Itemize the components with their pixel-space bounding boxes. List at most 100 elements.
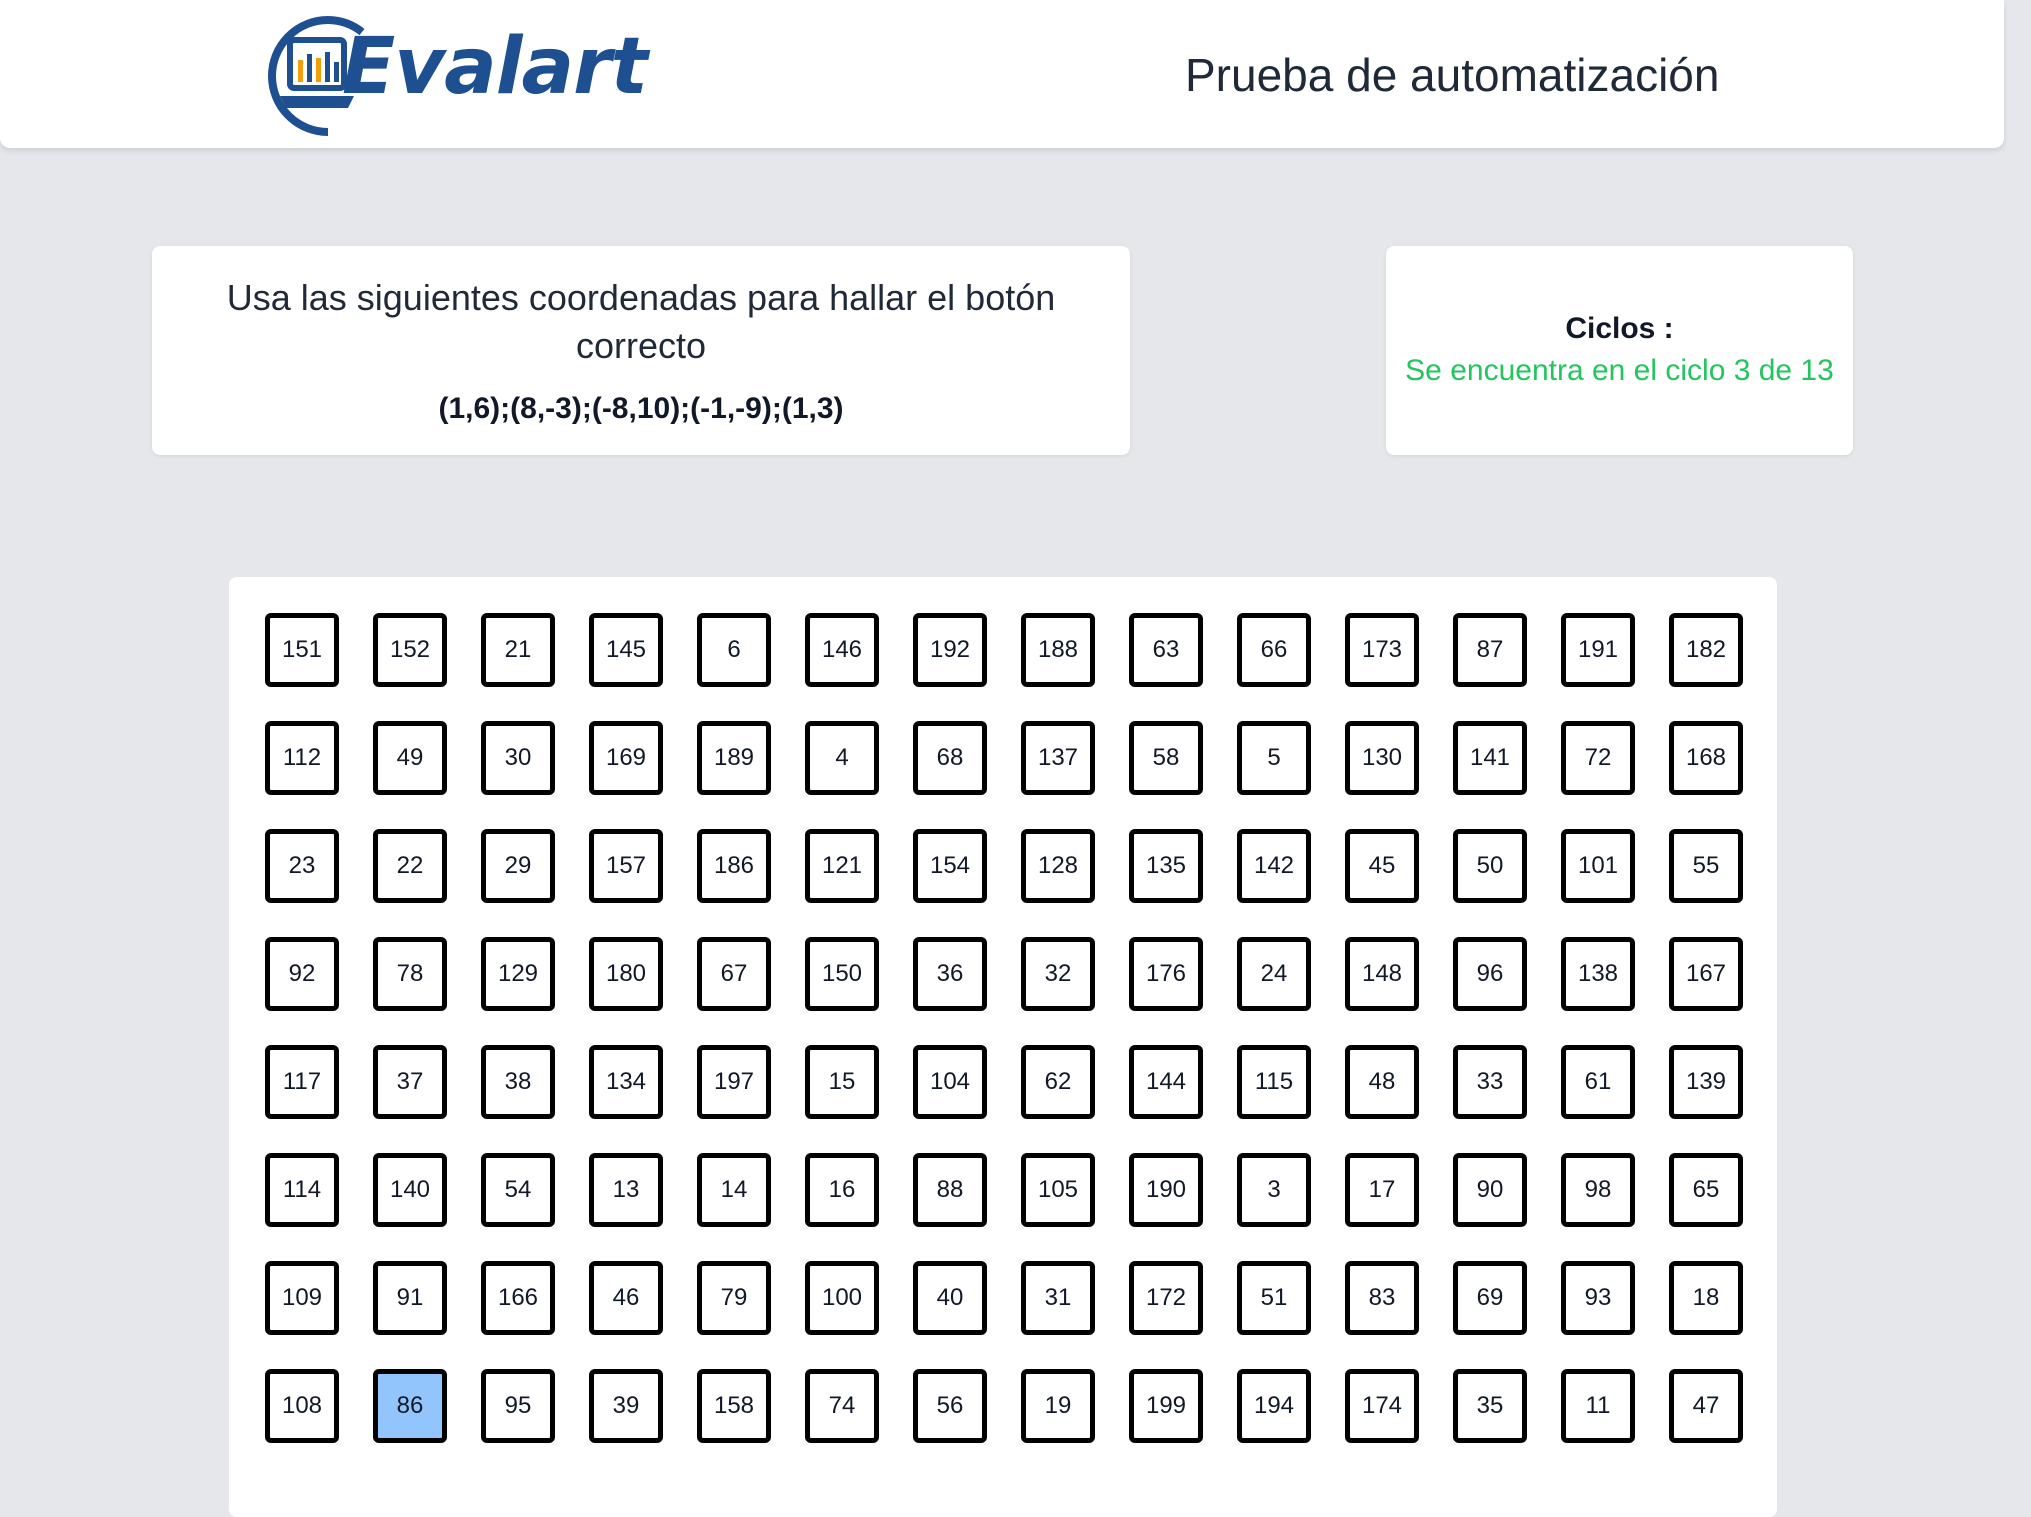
grid-button[interactable]: 22 xyxy=(373,829,447,903)
grid-button[interactable]: 197 xyxy=(697,1045,771,1119)
grid-button[interactable]: 32 xyxy=(1021,937,1095,1011)
grid-button[interactable]: 104 xyxy=(913,1045,987,1119)
grid-button[interactable]: 6 xyxy=(697,613,771,687)
grid-button[interactable]: 93 xyxy=(1561,1261,1635,1335)
grid-button[interactable]: 36 xyxy=(913,937,987,1011)
grid-button[interactable]: 17 xyxy=(1345,1153,1419,1227)
grid-button[interactable]: 16 xyxy=(805,1153,879,1227)
grid-button[interactable]: 83 xyxy=(1345,1261,1419,1335)
grid-button[interactable]: 78 xyxy=(373,937,447,1011)
grid-button[interactable]: 141 xyxy=(1453,721,1527,795)
grid-button[interactable]: 100 xyxy=(805,1261,879,1335)
grid-button[interactable]: 169 xyxy=(589,721,663,795)
grid-button[interactable]: 188 xyxy=(1021,613,1095,687)
grid-button[interactable]: 142 xyxy=(1237,829,1311,903)
grid-button[interactable]: 109 xyxy=(265,1261,339,1335)
grid-button[interactable]: 33 xyxy=(1453,1045,1527,1119)
grid-button[interactable]: 51 xyxy=(1237,1261,1311,1335)
grid-button[interactable]: 137 xyxy=(1021,721,1095,795)
grid-button[interactable]: 115 xyxy=(1237,1045,1311,1119)
grid-button[interactable]: 135 xyxy=(1129,829,1203,903)
grid-button[interactable]: 69 xyxy=(1453,1261,1527,1335)
grid-button[interactable]: 72 xyxy=(1561,721,1635,795)
grid-button[interactable]: 152 xyxy=(373,613,447,687)
grid-button[interactable]: 58 xyxy=(1129,721,1203,795)
grid-button[interactable]: 46 xyxy=(589,1261,663,1335)
grid-button[interactable]: 56 xyxy=(913,1369,987,1443)
grid-button[interactable]: 191 xyxy=(1561,613,1635,687)
grid-button[interactable]: 79 xyxy=(697,1261,771,1335)
grid-button[interactable]: 14 xyxy=(697,1153,771,1227)
grid-button[interactable]: 95 xyxy=(481,1369,555,1443)
grid-button[interactable]: 35 xyxy=(1453,1369,1527,1443)
grid-button[interactable]: 121 xyxy=(805,829,879,903)
grid-button[interactable]: 63 xyxy=(1129,613,1203,687)
grid-button[interactable]: 134 xyxy=(589,1045,663,1119)
grid-button[interactable]: 37 xyxy=(373,1045,447,1119)
grid-button[interactable]: 15 xyxy=(805,1045,879,1119)
grid-button[interactable]: 23 xyxy=(265,829,339,903)
grid-button[interactable]: 105 xyxy=(1021,1153,1095,1227)
grid-button[interactable]: 173 xyxy=(1345,613,1419,687)
grid-button[interactable]: 128 xyxy=(1021,829,1095,903)
grid-button[interactable]: 154 xyxy=(913,829,987,903)
grid-button[interactable]: 39 xyxy=(589,1369,663,1443)
grid-button[interactable]: 62 xyxy=(1021,1045,1095,1119)
grid-button[interactable]: 157 xyxy=(589,829,663,903)
grid-button[interactable]: 199 xyxy=(1129,1369,1203,1443)
grid-button[interactable]: 138 xyxy=(1561,937,1635,1011)
grid-button[interactable]: 90 xyxy=(1453,1153,1527,1227)
grid-button[interactable]: 180 xyxy=(589,937,663,1011)
grid-button[interactable]: 140 xyxy=(373,1153,447,1227)
grid-button[interactable]: 186 xyxy=(697,829,771,903)
grid-button[interactable]: 176 xyxy=(1129,937,1203,1011)
grid-button[interactable]: 189 xyxy=(697,721,771,795)
grid-button[interactable]: 86 xyxy=(373,1369,447,1443)
grid-button[interactable]: 166 xyxy=(481,1261,555,1335)
grid-button[interactable]: 48 xyxy=(1345,1045,1419,1119)
grid-button[interactable]: 108 xyxy=(265,1369,339,1443)
grid-button[interactable]: 5 xyxy=(1237,721,1311,795)
grid-button[interactable]: 190 xyxy=(1129,1153,1203,1227)
grid-button[interactable]: 117 xyxy=(265,1045,339,1119)
grid-button[interactable]: 19 xyxy=(1021,1369,1095,1443)
grid-button[interactable]: 150 xyxy=(805,937,879,1011)
grid-button[interactable]: 194 xyxy=(1237,1369,1311,1443)
grid-button[interactable]: 148 xyxy=(1345,937,1419,1011)
grid-button[interactable]: 61 xyxy=(1561,1045,1635,1119)
grid-button[interactable]: 158 xyxy=(697,1369,771,1443)
grid-button[interactable]: 18 xyxy=(1669,1261,1743,1335)
grid-button[interactable]: 24 xyxy=(1237,937,1311,1011)
grid-button[interactable]: 144 xyxy=(1129,1045,1203,1119)
grid-button[interactable]: 130 xyxy=(1345,721,1419,795)
grid-button[interactable]: 114 xyxy=(265,1153,339,1227)
grid-button[interactable]: 146 xyxy=(805,613,879,687)
grid-button[interactable]: 91 xyxy=(373,1261,447,1335)
grid-button[interactable]: 31 xyxy=(1021,1261,1095,1335)
grid-button[interactable]: 45 xyxy=(1345,829,1419,903)
grid-button[interactable]: 129 xyxy=(481,937,555,1011)
grid-button[interactable]: 54 xyxy=(481,1153,555,1227)
grid-button[interactable]: 67 xyxy=(697,937,771,1011)
grid-button[interactable]: 96 xyxy=(1453,937,1527,1011)
grid-button[interactable]: 4 xyxy=(805,721,879,795)
grid-button[interactable]: 101 xyxy=(1561,829,1635,903)
grid-button[interactable]: 139 xyxy=(1669,1045,1743,1119)
grid-button[interactable]: 112 xyxy=(265,721,339,795)
grid-button[interactable]: 47 xyxy=(1669,1369,1743,1443)
grid-button[interactable]: 68 xyxy=(913,721,987,795)
grid-button[interactable]: 151 xyxy=(265,613,339,687)
grid-button[interactable]: 168 xyxy=(1669,721,1743,795)
grid-button[interactable]: 38 xyxy=(481,1045,555,1119)
grid-button[interactable]: 74 xyxy=(805,1369,879,1443)
grid-button[interactable]: 11 xyxy=(1561,1369,1635,1443)
grid-button[interactable]: 30 xyxy=(481,721,555,795)
grid-button[interactable]: 13 xyxy=(589,1153,663,1227)
grid-button[interactable]: 65 xyxy=(1669,1153,1743,1227)
grid-button[interactable]: 88 xyxy=(913,1153,987,1227)
grid-button[interactable]: 174 xyxy=(1345,1369,1419,1443)
grid-button[interactable]: 92 xyxy=(265,937,339,1011)
grid-button[interactable]: 182 xyxy=(1669,613,1743,687)
grid-button[interactable]: 49 xyxy=(373,721,447,795)
grid-button[interactable]: 40 xyxy=(913,1261,987,1335)
